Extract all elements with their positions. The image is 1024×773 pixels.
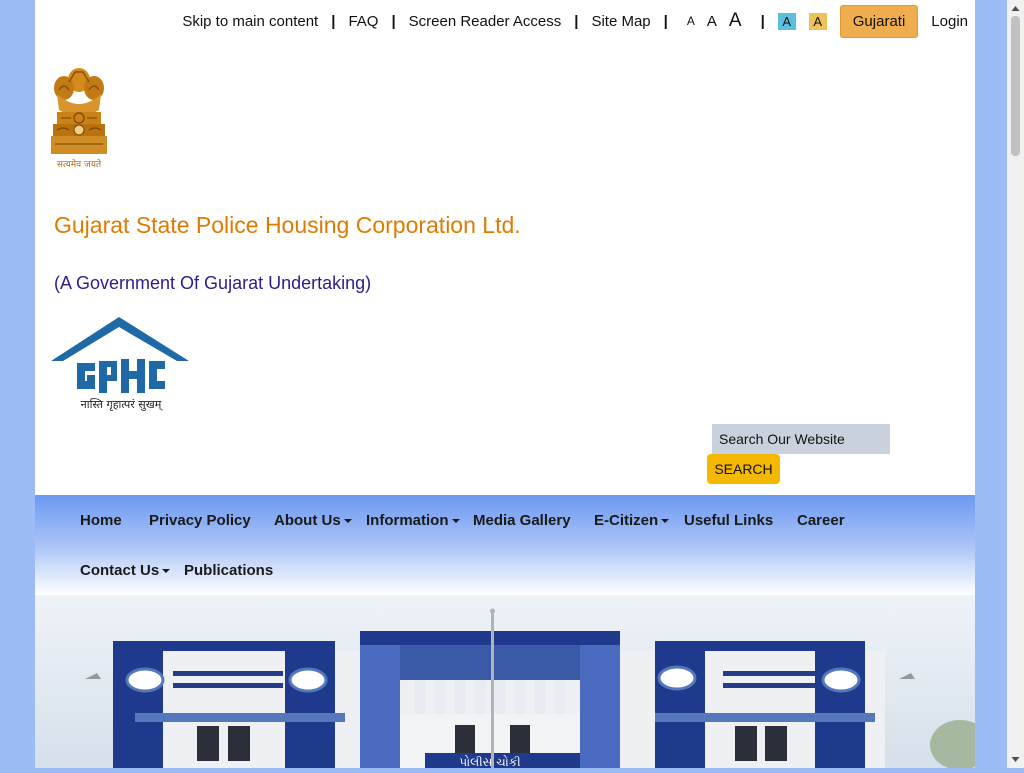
skip-to-main-link[interactable]: Skip to main content xyxy=(182,13,318,30)
nav-contact-us-label: Contact Us xyxy=(80,562,160,579)
nav-information[interactable]: Information xyxy=(366,512,460,529)
language-gujarati-button[interactable]: Gujarati xyxy=(839,4,919,38)
separator: | xyxy=(574,12,579,30)
gphc-logo-icon[interactable]: नास्ति गृहात्परं सुखम् xyxy=(51,315,193,415)
nav-career[interactable]: Career xyxy=(797,512,845,529)
banner-sign-text: પોલીસ ચોકી xyxy=(459,755,520,768)
chevron-down-icon xyxy=(661,519,670,524)
scrollbar-thumb[interactable] xyxy=(1011,16,1020,156)
organization-name: Gujarat State Police Housing Corporation… xyxy=(54,212,521,238)
nav-privacy-policy[interactable]: Privacy Policy xyxy=(149,512,251,529)
nav-e-citizen[interactable]: E-Citizen xyxy=(594,512,670,529)
search-button[interactable]: SEARCH xyxy=(707,454,780,484)
top-utility-bar: Skip to main content | FAQ | Screen Read… xyxy=(182,4,968,38)
logo-motto-text: नास्ति गृहात्परं सुखम् xyxy=(81,398,164,411)
chevron-down-icon xyxy=(343,519,352,524)
contrast-blue-button[interactable]: A xyxy=(777,12,796,30)
login-link[interactable]: Login xyxy=(931,13,968,30)
nav-information-label: Information xyxy=(366,512,449,529)
separator: | xyxy=(391,12,396,30)
scroll-down-arrow-icon[interactable] xyxy=(1007,751,1024,768)
screen-reader-link[interactable]: Screen Reader Access xyxy=(409,13,562,30)
scroll-up-arrow-icon[interactable] xyxy=(1007,0,1024,17)
font-size-large-button[interactable]: A xyxy=(729,10,742,32)
page-container: Skip to main content | FAQ | Screen Read… xyxy=(35,0,975,768)
separator: | xyxy=(331,12,336,30)
organization-subtitle: (A Government Of Gujarat Undertaking) xyxy=(54,273,372,293)
main-navigation: Home Privacy Policy About Us Information… xyxy=(35,495,975,595)
separator: | xyxy=(663,12,668,30)
nav-home[interactable]: Home xyxy=(80,512,122,529)
chevron-down-icon xyxy=(451,519,460,524)
banner-image: પોલીસ ચોકી xyxy=(35,595,975,768)
vertical-scrollbar[interactable] xyxy=(1007,0,1024,768)
nav-media-gallery[interactable]: Media Gallery xyxy=(473,512,571,529)
nav-publications[interactable]: Publications xyxy=(184,562,273,579)
nav-contact-us[interactable]: Contact Us xyxy=(80,562,171,579)
nav-e-citizen-label: E-Citizen xyxy=(594,512,659,529)
chevron-down-icon xyxy=(162,569,171,574)
separator: | xyxy=(760,12,765,30)
site-map-link[interactable]: Site Map xyxy=(591,13,650,30)
font-size-small-button[interactable]: A xyxy=(687,14,695,28)
contrast-yellow-button[interactable]: A xyxy=(808,12,827,30)
emblem-motto-text: सत्यमेव जयते xyxy=(57,158,102,170)
faq-link[interactable]: FAQ xyxy=(348,13,378,30)
nav-about-us-label: About Us xyxy=(274,512,341,529)
font-size-normal-button[interactable]: A xyxy=(707,13,717,30)
national-emblem-icon: सत्यमेव जयते xyxy=(49,66,109,172)
search-input[interactable] xyxy=(712,424,890,454)
nav-about-us[interactable]: About Us xyxy=(274,512,352,529)
nav-useful-links[interactable]: Useful Links xyxy=(684,512,773,529)
